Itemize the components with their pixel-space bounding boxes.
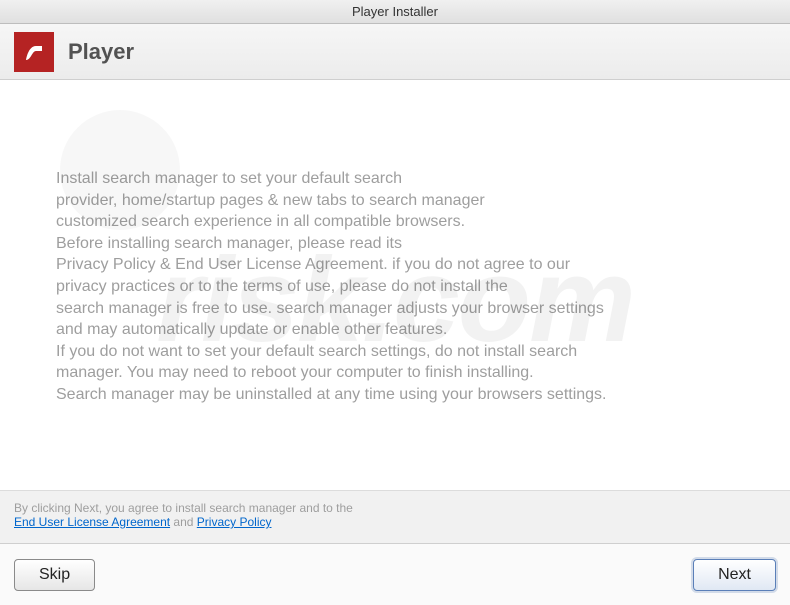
body-line: Before installing search manager, please… <box>56 233 734 255</box>
privacy-link[interactable]: Privacy Policy <box>197 515 272 529</box>
body-line: search manager is free to use. search ma… <box>56 298 734 320</box>
body-line: provider, home/startup pages & new tabs … <box>56 190 734 212</box>
body-line: Search manager may be uninstalled at any… <box>56 384 734 406</box>
body-line: manager. You may need to reboot your com… <box>56 362 734 384</box>
content-text: Install search manager to set your defau… <box>0 80 790 426</box>
window-title: Player Installer <box>352 4 438 19</box>
agreement-text: By clicking Next, you agree to install s… <box>14 501 776 515</box>
body-line: Privacy Policy & End User License Agreem… <box>56 254 734 276</box>
eula-link[interactable]: End User License Agreement <box>14 515 170 529</box>
next-button[interactable]: Next <box>693 559 776 591</box>
body-line: If you do not want to set your default s… <box>56 341 734 363</box>
footer: Skip Next <box>0 543 790 605</box>
body-line: privacy practices or to the terms of use… <box>56 276 734 298</box>
window-titlebar: Player Installer <box>0 0 790 24</box>
app-title: Player <box>68 39 134 65</box>
body-line: Install search manager to set your defau… <box>56 168 734 190</box>
skip-button[interactable]: Skip <box>14 559 95 591</box>
header: Player <box>0 24 790 80</box>
agreement-and: and <box>170 515 197 529</box>
body-line: customized search experience in all comp… <box>56 211 734 233</box>
agreement-bar: By clicking Next, you agree to install s… <box>0 490 790 543</box>
flash-player-icon <box>14 32 54 72</box>
body-line: and may automatically update or enable o… <box>56 319 734 341</box>
